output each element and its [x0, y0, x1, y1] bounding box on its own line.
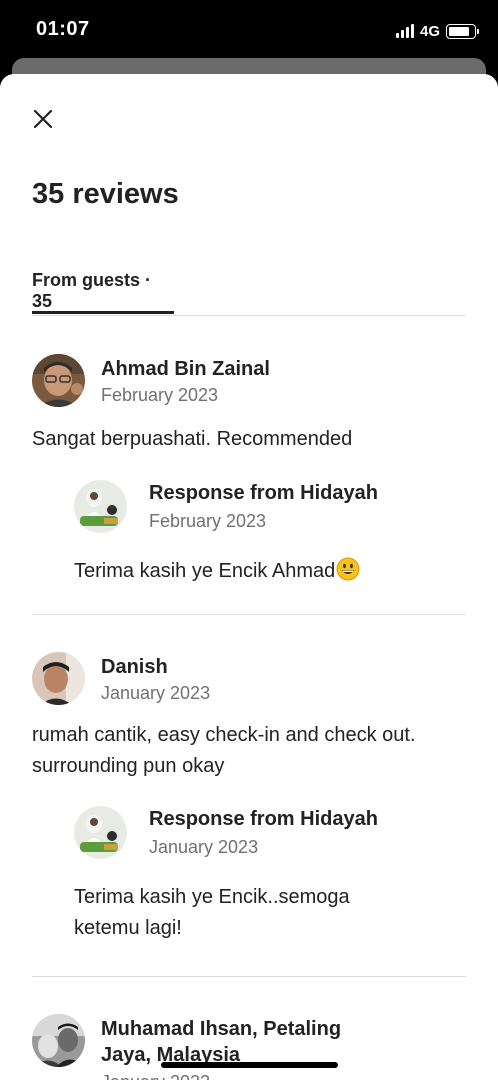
review-date: February 2023 — [101, 385, 219, 405]
response-text: Terima kasih ye Encik..semoga ketemu lag… — [74, 886, 350, 939]
host-response: Response from Hidayah January 2023 Terim… — [74, 806, 466, 946]
close-button[interactable] — [28, 104, 58, 134]
reviewer-avatar — [32, 1014, 85, 1067]
response-date: January 2023 — [149, 837, 259, 857]
response-date: February 2023 — [149, 511, 267, 531]
status-bar: 01:07 4G — [0, 0, 498, 62]
host-avatar — [74, 806, 127, 859]
host-response: Response from Hidayah February 2023 Teri… — [74, 480, 466, 590]
page-title: 35 reviews — [32, 178, 179, 210]
reviewer-name: Ahmad Bin Zainal — [101, 358, 270, 380]
response-text: Terima kasih ye Encik Ahmad — [74, 560, 336, 582]
review-item: Muhamad Ihsan, Petaling Jaya, Malaysia J… — [32, 1014, 466, 1080]
response-author: Response from Hidayah — [149, 808, 378, 830]
reviews-sheet: 35 reviews From guests · 35 Ahmad Bin Za… — [0, 74, 498, 1080]
review-tabs: From guests · 35 — [32, 270, 466, 316]
signal-strength-icon — [395, 24, 414, 38]
reviewer-avatar — [32, 652, 85, 705]
host-avatar — [74, 480, 127, 533]
status-indicators: 4G — [395, 20, 479, 42]
close-icon — [33, 109, 53, 129]
response-text-row: Terima kasih ye Encik Ahmad — [74, 556, 414, 587]
response-author: Response from Hidayah — [149, 482, 378, 504]
review-date: January 2023 — [101, 1072, 210, 1080]
battery-icon — [446, 23, 479, 39]
review-text: Sangat berpuashati. Recommended — [32, 428, 353, 450]
divider — [32, 976, 466, 977]
review-item: Danish January 2023 rumah cantik, easy c… — [32, 652, 466, 952]
network-type: 4G — [419, 22, 440, 40]
review-text: rumah cantik, easy check-in and check ou… — [32, 724, 416, 777]
review-item: Ahmad Bin Zainal February 2023 Sangat be… — [32, 354, 466, 594]
divider — [32, 614, 466, 615]
battery-level — [449, 26, 470, 36]
home-indicator[interactable] — [161, 1062, 338, 1068]
tab-from-guests[interactable]: From guests · 35 — [32, 270, 174, 314]
grinning-face-emoji-icon — [336, 557, 360, 581]
reviewer-name: Muhamad Ihsan, Petaling Jaya, Malaysia — [101, 1018, 342, 1066]
reviewer-name: Danish — [101, 656, 168, 678]
reviewer-avatar — [32, 354, 85, 407]
review-date: January 2023 — [101, 683, 211, 703]
status-time: 01:07 — [36, 18, 90, 40]
